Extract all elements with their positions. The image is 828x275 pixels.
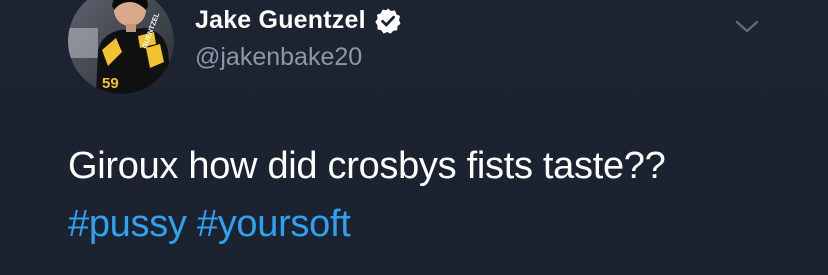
hashtag-link[interactable]: #yoursoft [197, 203, 351, 245]
hashtag-line: #pussy #yoursoft [68, 201, 351, 247]
tweet-text: Giroux how did crosbys fists taste?? [68, 145, 666, 187]
chevron-down-icon[interactable] [733, 16, 761, 38]
hashtag-link[interactable]: #pussy [68, 203, 187, 245]
user-handle[interactable]: @jakenbake20 [195, 43, 362, 72]
tweet-card: 59 GUENTZEL Jake Guentzel @jakenbake20 G… [0, 0, 828, 275]
svg-text:59: 59 [102, 75, 119, 92]
verified-badge-icon [375, 8, 401, 34]
display-name[interactable]: Jake Guentzel [195, 6, 366, 35]
profile-photo: 59 GUENTZEL [68, 0, 174, 94]
avatar[interactable]: 59 GUENTZEL [68, 0, 174, 94]
